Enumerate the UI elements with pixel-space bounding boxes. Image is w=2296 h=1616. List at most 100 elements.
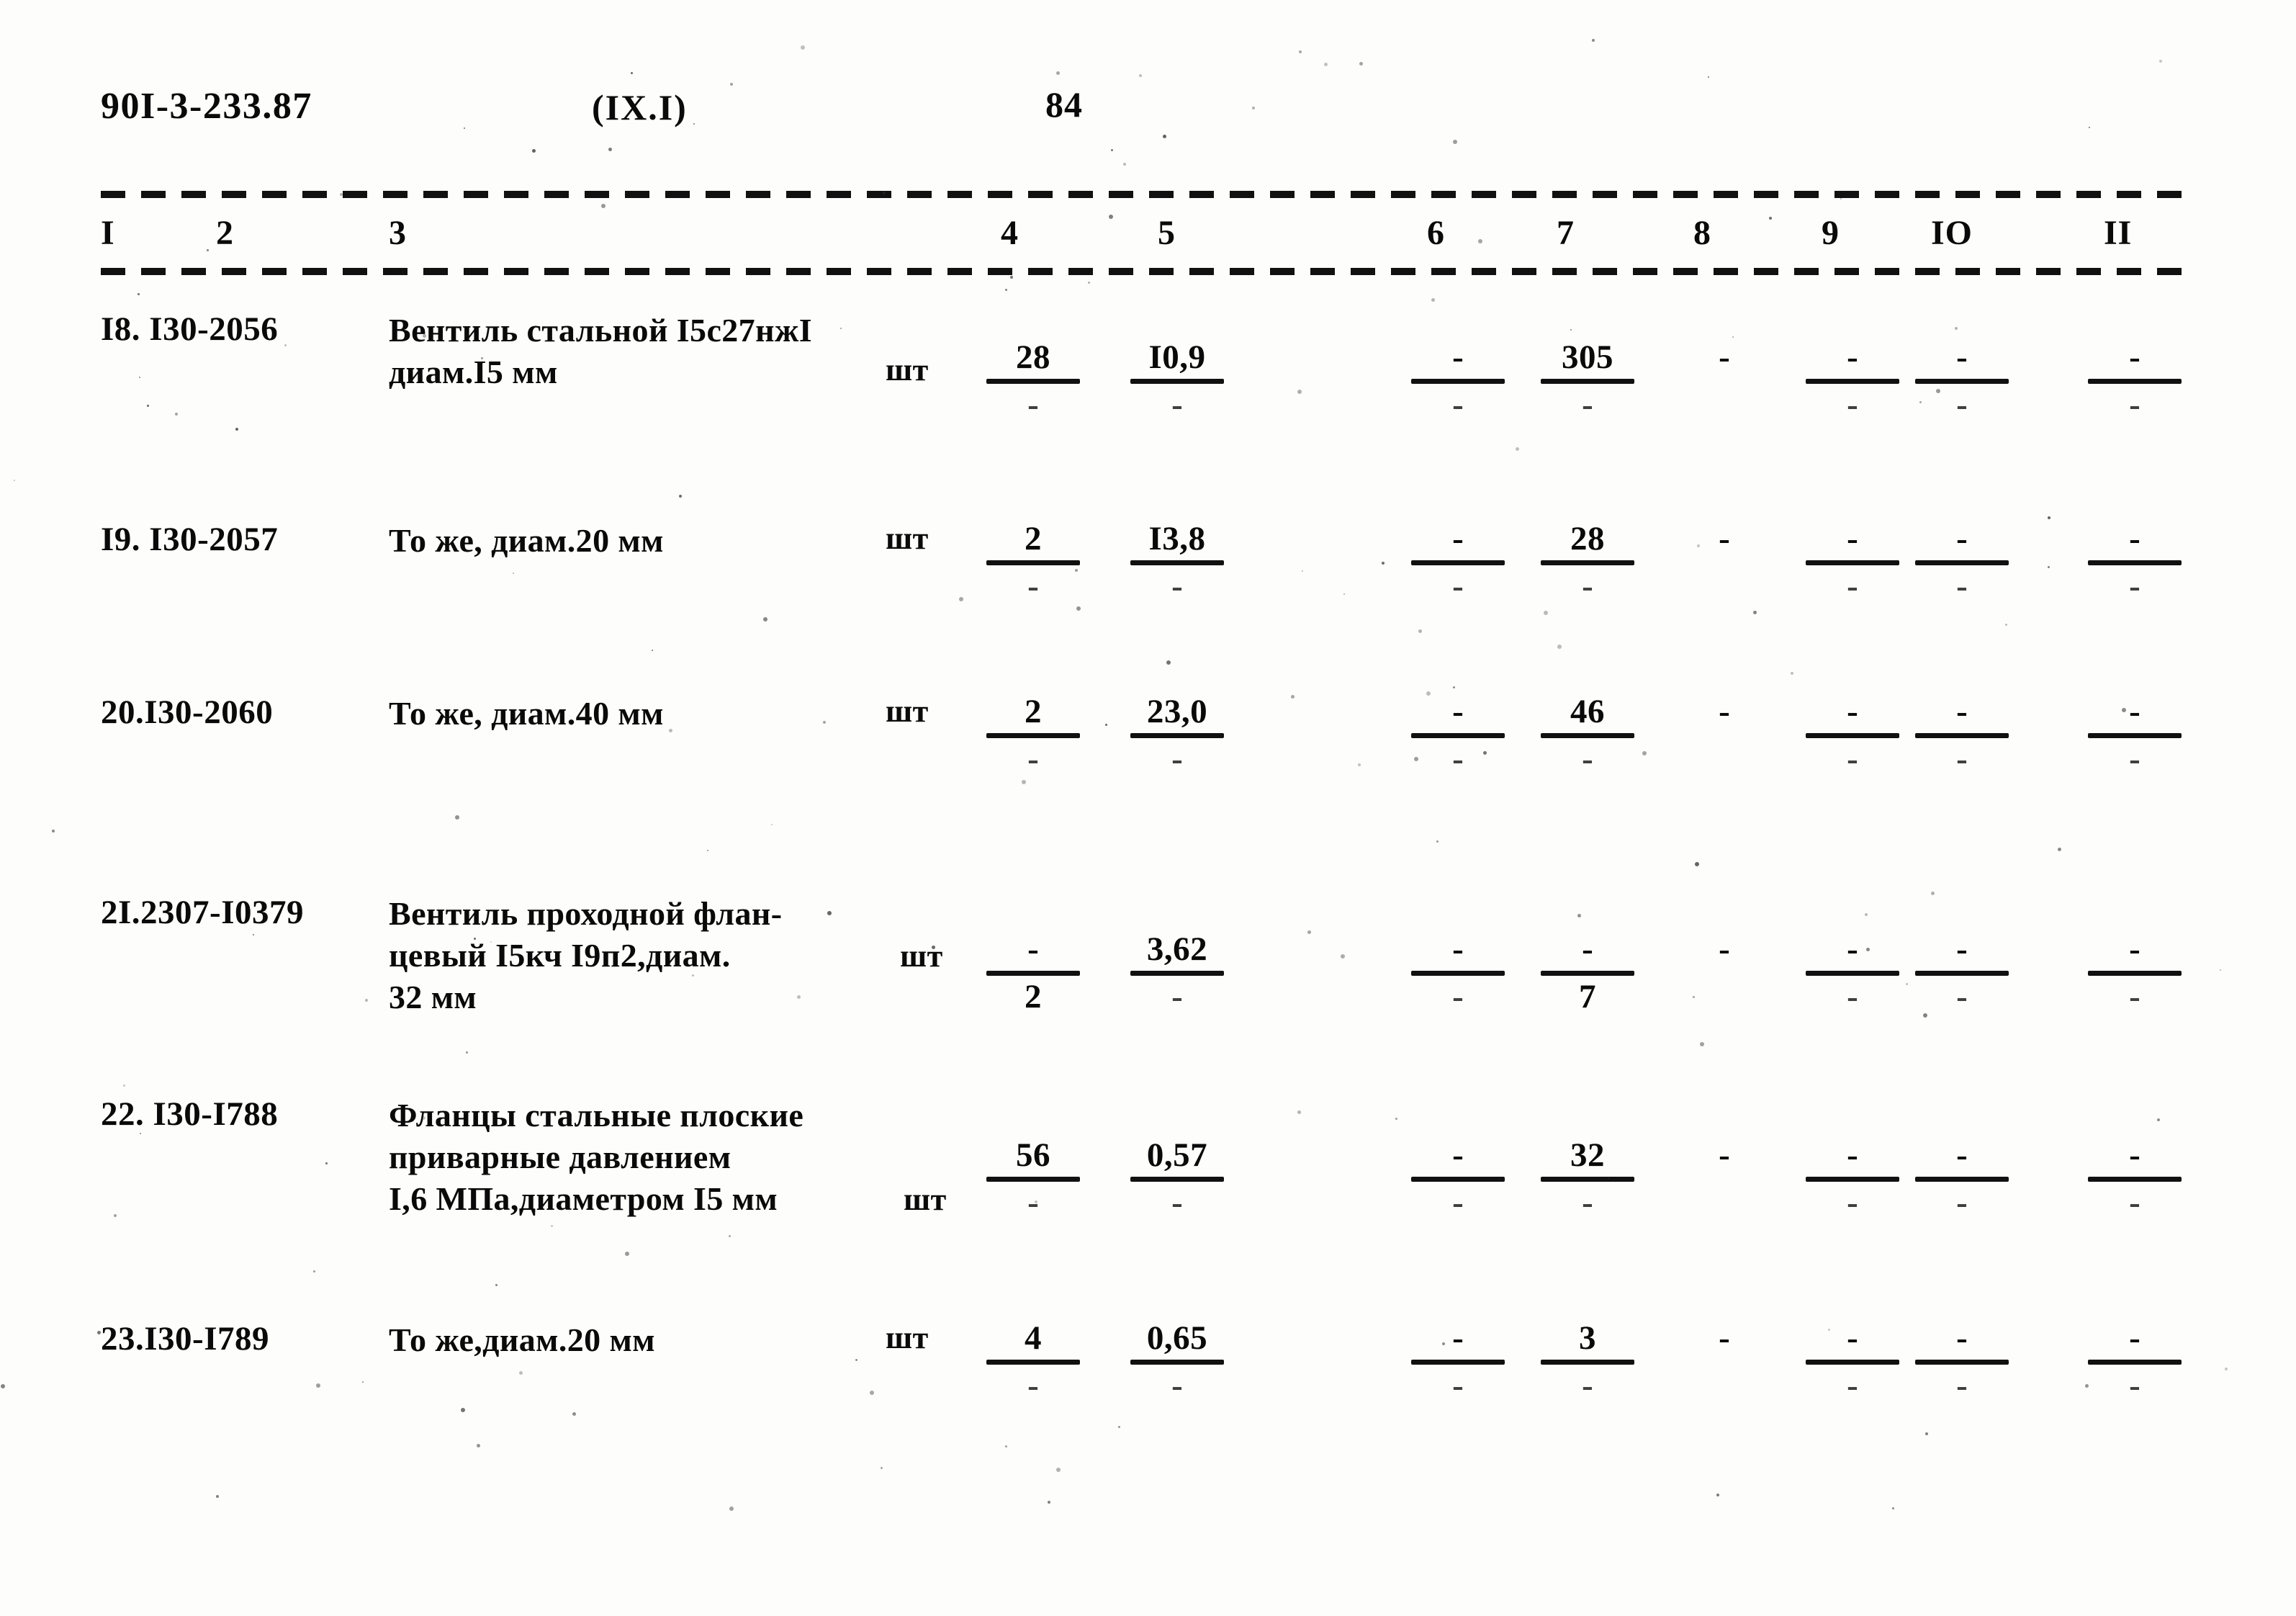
cell-numerator: 4 — [1025, 1319, 1042, 1357]
cell-col-9: -- — [1806, 693, 1899, 778]
cell-denominator: - — [1027, 1367, 1039, 1404]
cell-col-5: 0,57 - — [1130, 1136, 1224, 1221]
cell-col-II: -- — [2088, 693, 2182, 778]
cell-numerator: - — [2129, 930, 2140, 968]
cell-fraction-bar — [1411, 1177, 1505, 1182]
cell-numerator: - — [1847, 520, 1858, 557]
cell-numerator: - — [1847, 693, 1858, 730]
cell-fraction-bar — [986, 379, 1080, 384]
cell-denominator-line: - — [1806, 976, 1899, 1015]
cell-col-5: 3,62 - — [1130, 930, 1224, 1015]
cell-denominator: - — [1956, 567, 1968, 605]
cell-denominator: - — [1847, 567, 1858, 605]
cell-fraction-bar — [1541, 733, 1634, 738]
cell-numerator: 23,0 — [1146, 693, 1208, 730]
cell-denominator: - — [1027, 386, 1039, 423]
cell-denominator-line: - — [1806, 384, 1899, 423]
cell-denominator: - — [2129, 740, 2140, 778]
cell-fraction-bar — [1541, 1177, 1634, 1182]
cell-denominator-line: 7 — [1541, 976, 1634, 1015]
cell-numerator: - — [1847, 930, 1858, 968]
cell-fraction-bar — [1678, 560, 1771, 565]
cell-denominator-line: 2 — [986, 976, 1080, 1015]
cell-denominator: - — [1171, 740, 1183, 778]
cell-fraction-bar — [1411, 733, 1505, 738]
cell-fraction-bar — [1806, 733, 1899, 738]
cell-denominator-line: - — [1541, 1182, 1634, 1221]
cell-numerator: 3,62 — [1146, 930, 1208, 968]
cell-denominator-line: - — [1541, 565, 1634, 605]
cell-denominator: - — [1452, 1184, 1464, 1221]
cell-col-9: -- — [1806, 930, 1899, 1015]
cell-denominator-line: - — [1806, 1182, 1899, 1221]
cell-fraction-bar — [1915, 560, 2009, 565]
cell-denominator-line: - — [1411, 976, 1505, 1015]
cell-col-II: -- — [2088, 1136, 2182, 1221]
cell-denominator: - — [1582, 1367, 1593, 1404]
cell-denominator: - — [1171, 978, 1183, 1015]
cell-denominator: - — [1582, 567, 1593, 605]
cell-numerator: - — [2129, 1136, 2140, 1174]
cell-fraction-bar — [1541, 971, 1634, 976]
cell-denominator-line: - — [1915, 1365, 2009, 1404]
cell-fraction-bar — [1678, 733, 1771, 738]
cell-numerator: I3,8 — [1148, 520, 1206, 557]
cell-col-IO: -- — [1915, 1319, 2009, 1404]
cell-numerator: - — [1452, 1136, 1464, 1174]
cell-denominator: - — [1171, 1184, 1183, 1221]
cell-numerator: 2 — [1025, 693, 1042, 730]
cell-fraction-bar — [2088, 971, 2182, 976]
cell-fraction-bar — [2088, 733, 2182, 738]
cell-fraction-bar — [1678, 1360, 1771, 1365]
cell-fraction-bar — [2088, 1360, 2182, 1365]
cell-numerator: - — [1719, 1136, 1730, 1174]
cell-numerator: - — [1452, 930, 1464, 968]
cell-denominator-line: - — [2088, 1365, 2182, 1404]
cell-fraction-bar — [1541, 1360, 1634, 1365]
cell-col-4: 2- — [986, 520, 1080, 605]
cell-denominator-line — [1678, 384, 1771, 421]
cell-numerator: 2 — [1025, 520, 1042, 557]
cell-fraction-bar — [1678, 379, 1771, 384]
cell-denominator-line: - — [986, 565, 1080, 605]
cell-numerator: - — [2129, 338, 2140, 376]
row-unit: шт — [900, 938, 943, 974]
cell-denominator-line — [1678, 976, 1771, 1013]
cell-numerator: 46 — [1570, 693, 1605, 730]
cell-col-6: -- — [1411, 338, 1505, 423]
cell-denominator-line: - — [1541, 738, 1634, 778]
cell-denominator-line — [1678, 1365, 1771, 1402]
cell-numerator: 0,57 — [1146, 1136, 1208, 1174]
cell-denominator: - — [2129, 567, 2140, 605]
cell-numerator: 56 — [1016, 1136, 1050, 1174]
cell-fraction-bar — [1806, 560, 1899, 565]
cell-col-II: -- — [2088, 1319, 2182, 1404]
cell-denominator: - — [1582, 386, 1593, 423]
cell-numerator: - — [1956, 1136, 1968, 1174]
cell-denominator-line: - — [1130, 384, 1224, 423]
cell-col-9: -- — [1806, 1136, 1899, 1221]
cell-col-4: -2 — [986, 930, 1080, 1015]
cell-denominator: - — [1171, 386, 1183, 423]
cell-denominator: - — [1847, 386, 1858, 423]
cell-numerator: 3 — [1579, 1319, 1596, 1357]
cell-denominator: - — [2129, 1184, 2140, 1221]
cell-denominator-line: - — [986, 1365, 1080, 1404]
cell-denominator: - — [1171, 567, 1183, 605]
cell-fraction-bar — [1678, 1177, 1771, 1182]
cell-fraction-bar — [2088, 379, 2182, 384]
row-item-number: 20.I30-2060 — [101, 693, 274, 731]
row-description: То же, диам.40 мм — [389, 695, 664, 732]
cell-fraction-bar — [1541, 560, 1634, 565]
cell-denominator: - — [1956, 1184, 1968, 1221]
cell-fraction-bar — [1806, 971, 1899, 976]
cell-numerator: - — [1719, 520, 1730, 557]
cell-denominator-line: - — [1915, 565, 2009, 605]
cell-col-7: 305 - — [1541, 338, 1634, 423]
cell-denominator: - — [1452, 567, 1464, 605]
cell-numerator: - — [1956, 520, 1968, 557]
cell-col-6: -- — [1411, 930, 1505, 1015]
cell-denominator: - — [1452, 978, 1464, 1015]
cell-col-9: -- — [1806, 338, 1899, 423]
cell-col-7: -7 — [1541, 930, 1634, 1015]
